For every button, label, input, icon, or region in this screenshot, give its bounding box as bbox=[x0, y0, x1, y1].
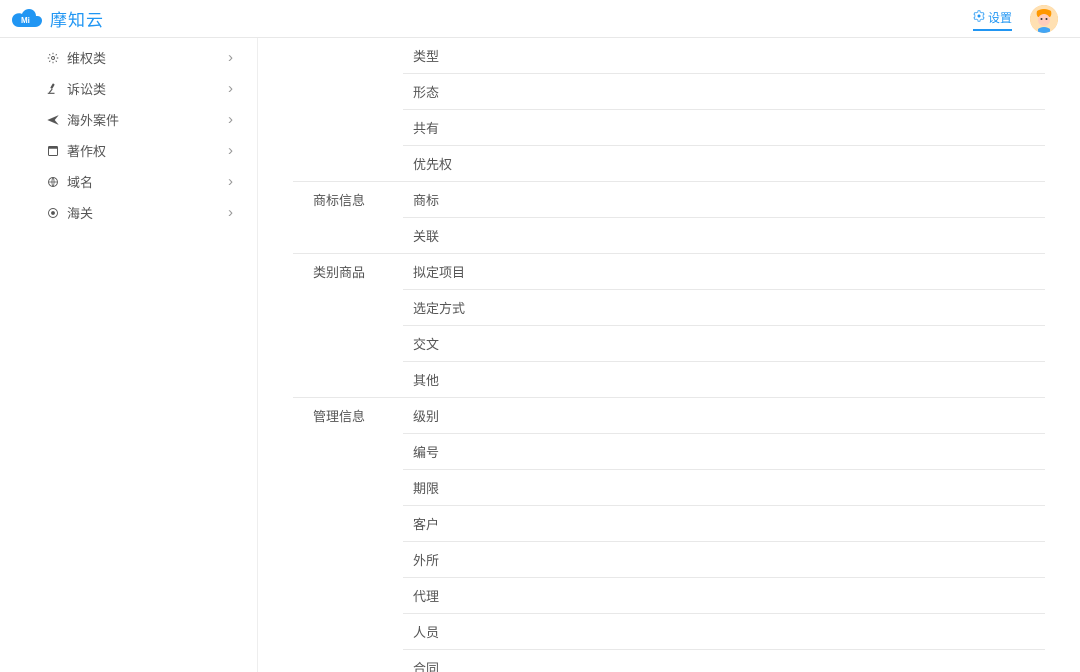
chevron-right-icon: › bbox=[228, 49, 233, 66]
field-label: 级别 bbox=[403, 398, 1045, 434]
field-label: 代理 bbox=[403, 578, 1045, 614]
sidebar-item-label: 著作权 bbox=[67, 141, 106, 160]
chevron-right-icon: › bbox=[228, 142, 233, 159]
field-label: 形态 bbox=[403, 74, 1045, 110]
avatar[interactable] bbox=[1030, 5, 1058, 33]
sidebar-item-2[interactable]: 海外案件 › bbox=[0, 104, 257, 135]
sidebar-item-label: 海外案件 bbox=[67, 110, 119, 129]
field-label: 交文 bbox=[403, 326, 1045, 362]
header-actions: 设置 bbox=[973, 5, 1058, 33]
field-label: 类型 bbox=[403, 38, 1045, 74]
copyright-icon bbox=[46, 144, 59, 157]
group-label bbox=[293, 38, 403, 182]
chevron-right-icon: › bbox=[228, 173, 233, 190]
plane-icon bbox=[46, 113, 59, 126]
field-label: 共有 bbox=[403, 110, 1045, 146]
field-label: 期限 bbox=[403, 470, 1045, 506]
brand-text: 摩知云 bbox=[50, 6, 104, 31]
table-row[interactable]: 关联 bbox=[293, 218, 1045, 254]
field-label: 优先权 bbox=[403, 146, 1045, 182]
field-label: 编号 bbox=[403, 434, 1045, 470]
gear-icon bbox=[973, 10, 985, 25]
field-label: 人员 bbox=[403, 614, 1045, 650]
settings-link[interactable]: 设置 bbox=[973, 9, 1012, 31]
table-row[interactable]: 共有 bbox=[293, 110, 1045, 146]
sidebar-item-label: 维权类 bbox=[67, 48, 106, 67]
globe-icon bbox=[46, 175, 59, 188]
config-table: 类型形态共有优先权商标信息商标关联类别商品拟定项目选定方式交文其他管理信息级别编… bbox=[293, 38, 1045, 672]
table-row[interactable]: 优先权 bbox=[293, 146, 1045, 182]
gear-icon bbox=[46, 51, 59, 64]
chevron-right-icon: › bbox=[228, 111, 233, 128]
table-row[interactable]: 选定方式 bbox=[293, 290, 1045, 326]
field-label: 其他 bbox=[403, 362, 1045, 398]
group-label: 商标信息 bbox=[293, 182, 403, 254]
table-row[interactable]: 其他 bbox=[293, 362, 1045, 398]
table-row[interactable]: 合同 bbox=[293, 650, 1045, 672]
field-label: 客户 bbox=[403, 506, 1045, 542]
sidebar-item-1[interactable]: 诉讼类 › bbox=[0, 73, 257, 104]
sidebar-item-label: 域名 bbox=[67, 172, 93, 191]
table-row[interactable]: 外所 bbox=[293, 542, 1045, 578]
sidebar-item-label: 海关 bbox=[67, 203, 93, 222]
chevron-right-icon: › bbox=[228, 80, 233, 97]
sidebar-item-5[interactable]: 海关 › bbox=[0, 197, 257, 228]
table-row[interactable]: 商标信息商标 bbox=[293, 182, 1045, 218]
table-row[interactable]: 管理信息级别 bbox=[293, 398, 1045, 434]
table-row[interactable]: 编号 bbox=[293, 434, 1045, 470]
group-label: 类别商品 bbox=[293, 254, 403, 398]
svg-text:Mi: Mi bbox=[21, 16, 30, 25]
settings-label: 设置 bbox=[988, 9, 1012, 26]
table-row[interactable]: 类别商品拟定项目 bbox=[293, 254, 1045, 290]
sidebar-item-0[interactable]: 维权类 › bbox=[0, 42, 257, 73]
group-label: 管理信息 bbox=[293, 398, 403, 672]
field-label: 选定方式 bbox=[403, 290, 1045, 326]
brand-logo-icon: Mi bbox=[10, 8, 44, 30]
table-row[interactable]: 类型 bbox=[293, 38, 1045, 74]
field-label: 关联 bbox=[403, 218, 1045, 254]
brand[interactable]: Mi 摩知云 bbox=[10, 6, 104, 31]
sidebar-item-3[interactable]: 著作权 › bbox=[0, 135, 257, 166]
table-row[interactable]: 期限 bbox=[293, 470, 1045, 506]
sidebar-item-label: 诉讼类 bbox=[67, 79, 106, 98]
sidebar-item-4[interactable]: 域名 › bbox=[0, 166, 257, 197]
table-row[interactable]: 人员 bbox=[293, 614, 1045, 650]
table-row[interactable]: 代理 bbox=[293, 578, 1045, 614]
table-row[interactable]: 交文 bbox=[293, 326, 1045, 362]
sidebar: 维权类 › 诉讼类 › 海外案件 › 著作权 › 域名 › 海关 › bbox=[0, 38, 258, 672]
header: Mi 摩知云 设置 bbox=[0, 0, 1080, 38]
chevron-right-icon: › bbox=[228, 204, 233, 221]
content: 类型形态共有优先权商标信息商标关联类别商品拟定项目选定方式交文其他管理信息级别编… bbox=[258, 38, 1080, 672]
field-label: 外所 bbox=[403, 542, 1045, 578]
customs-icon bbox=[46, 206, 59, 219]
table-row[interactable]: 形态 bbox=[293, 74, 1045, 110]
table-row[interactable]: 客户 bbox=[293, 506, 1045, 542]
field-label: 合同 bbox=[403, 650, 1045, 672]
gavel-icon bbox=[46, 82, 59, 95]
field-label: 拟定项目 bbox=[403, 254, 1045, 290]
main: 维权类 › 诉讼类 › 海外案件 › 著作权 › 域名 › 海关 › 类型形态共有优先权商标信息商标关… bbox=[0, 38, 1080, 672]
field-label: 商标 bbox=[403, 182, 1045, 218]
